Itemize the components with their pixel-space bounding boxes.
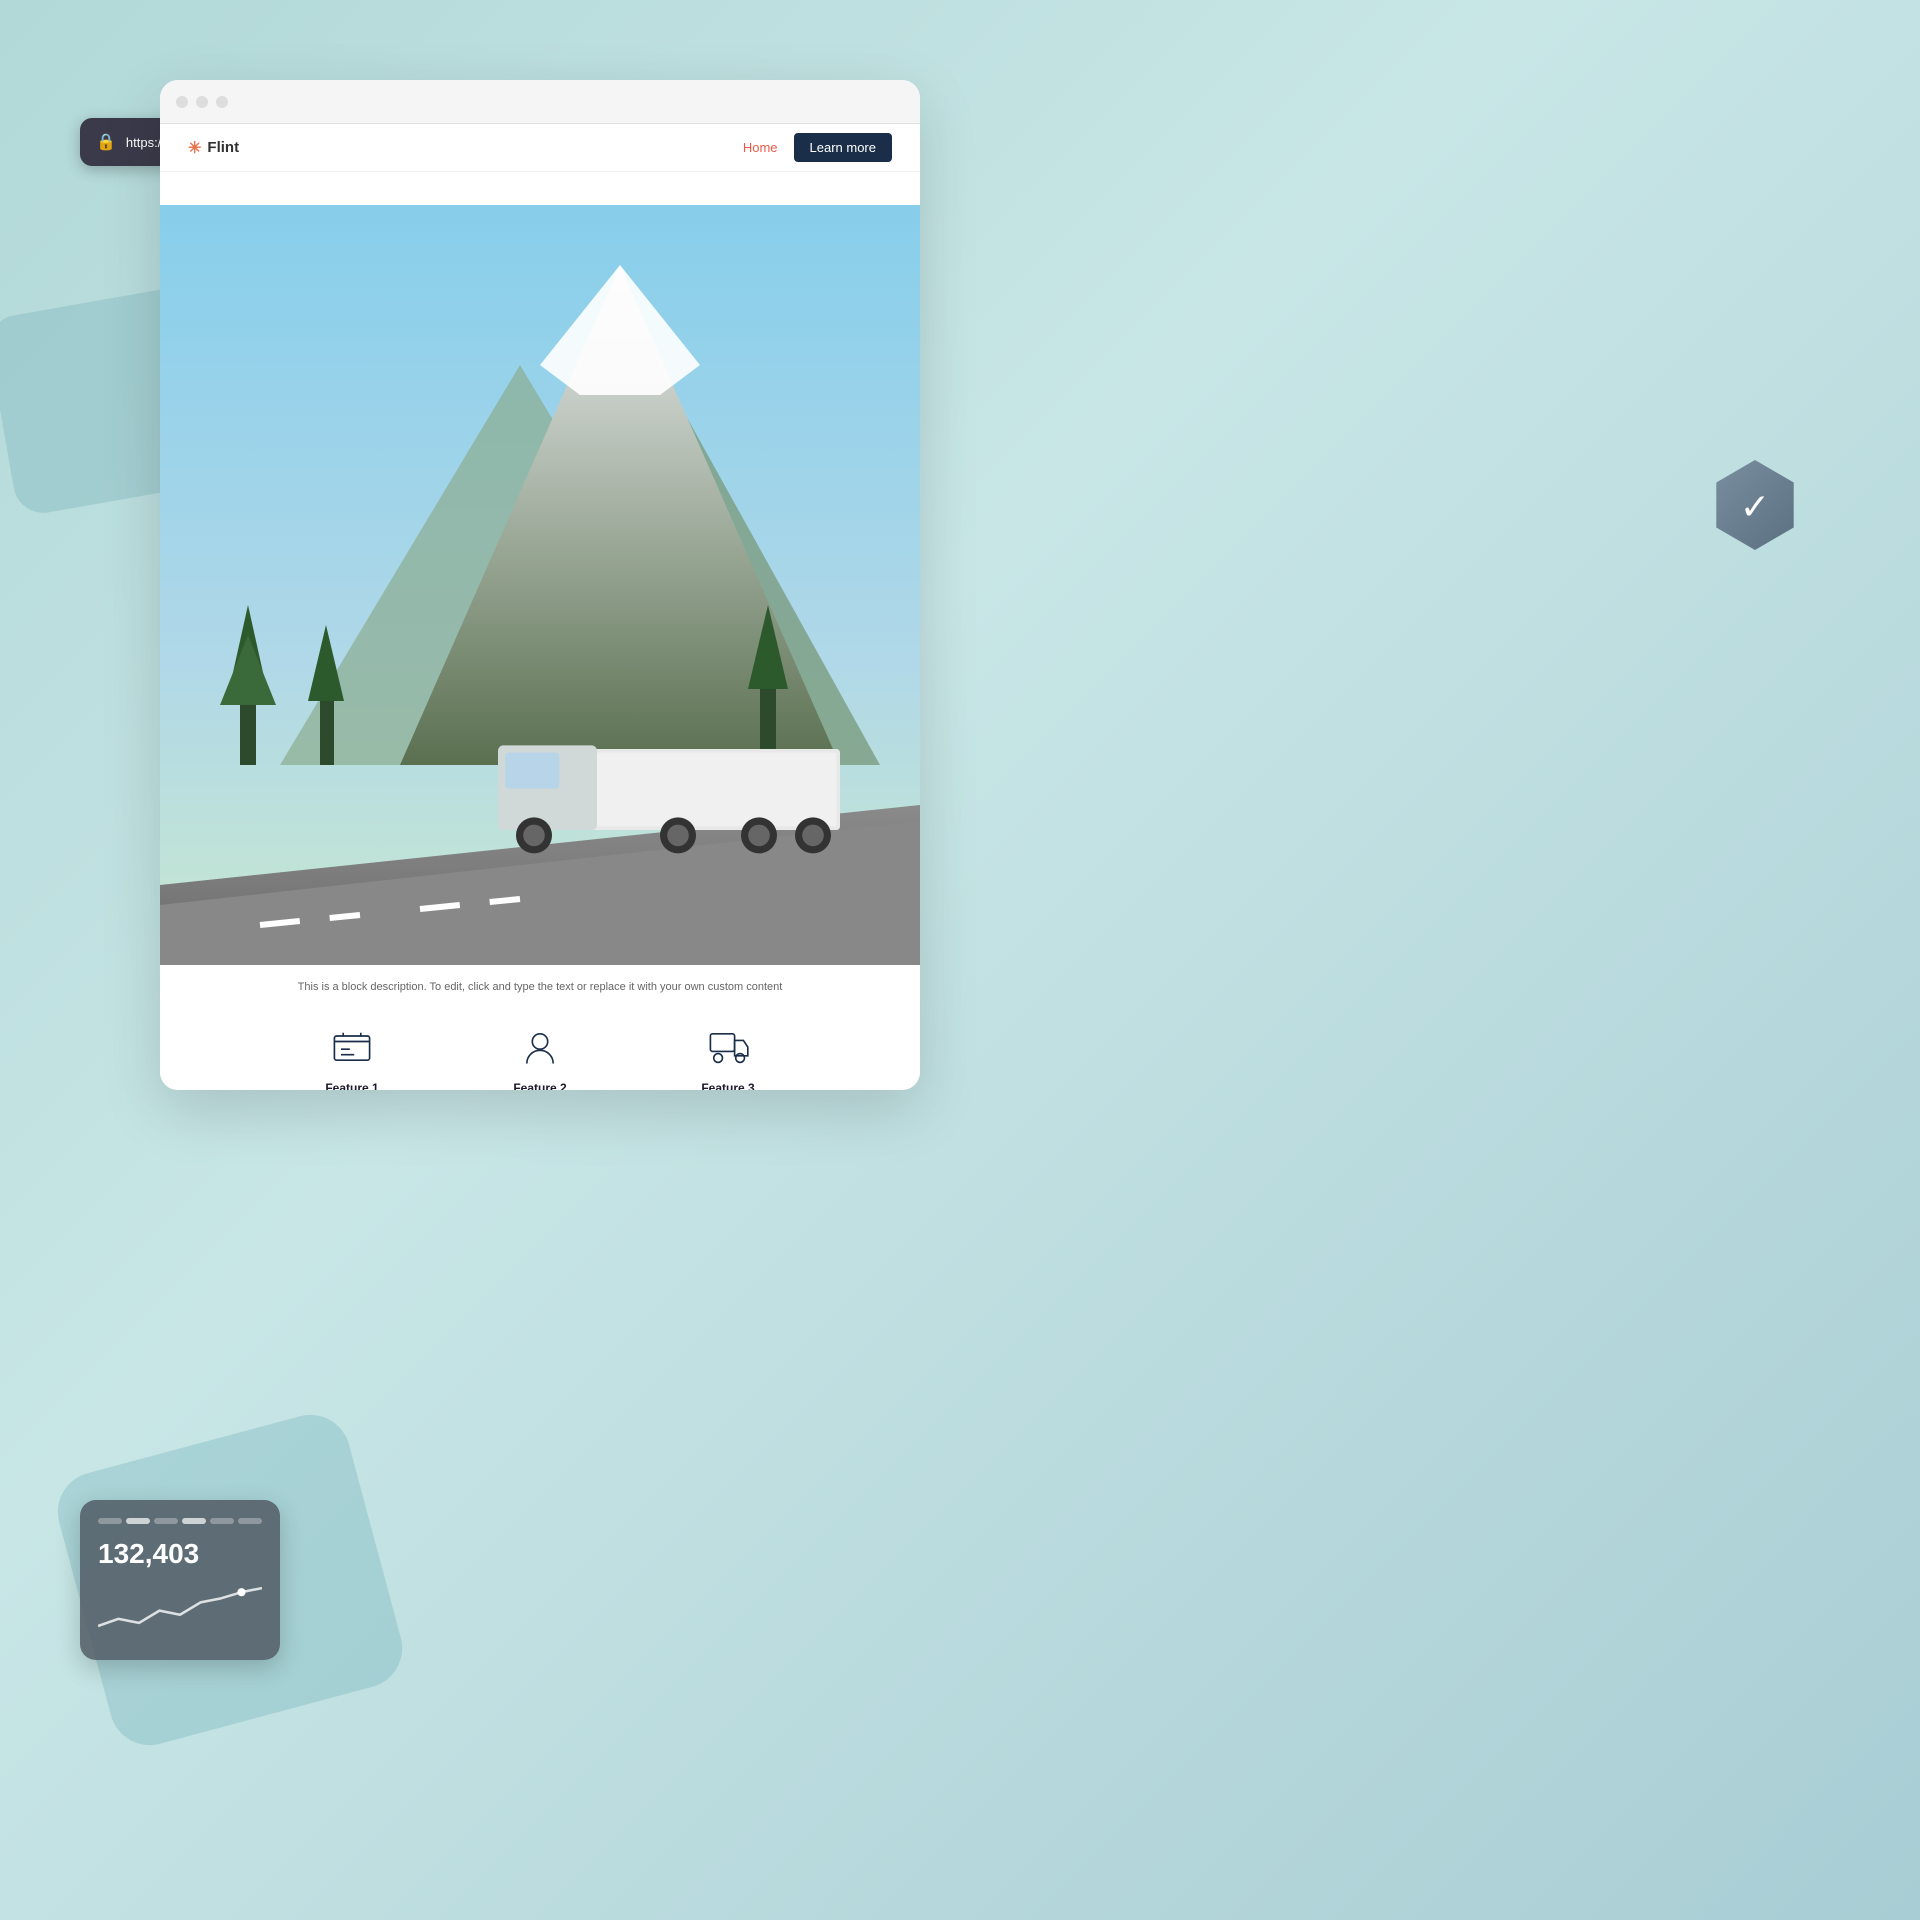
lock-icon: 🔒 xyxy=(96,132,116,152)
stats-bar-5 xyxy=(210,1518,234,1524)
stats-bar-row xyxy=(98,1518,262,1524)
stats-chart xyxy=(98,1578,262,1633)
hero-section: WE MOVE THINGS AROUND Expedited trucking… xyxy=(160,172,920,552)
check-icon: ✓ xyxy=(1740,486,1770,528)
security-badge: ✓ xyxy=(1710,460,1800,550)
browser-window: ✳ Flint Home Learn more WE MOVE THINGS A… xyxy=(160,80,920,1090)
stats-number: 132,403 xyxy=(98,1538,262,1570)
stats-bar-2 xyxy=(126,1518,150,1524)
stats-bar-3 xyxy=(154,1518,178,1524)
hero-image xyxy=(540,172,920,552)
stats-widget: 132,403 xyxy=(80,1500,280,1660)
stats-bar-1 xyxy=(98,1518,122,1524)
mountain-scene-svg xyxy=(540,172,920,552)
stats-bar-6 xyxy=(238,1518,262,1524)
stats-bar-4 xyxy=(182,1518,206,1524)
